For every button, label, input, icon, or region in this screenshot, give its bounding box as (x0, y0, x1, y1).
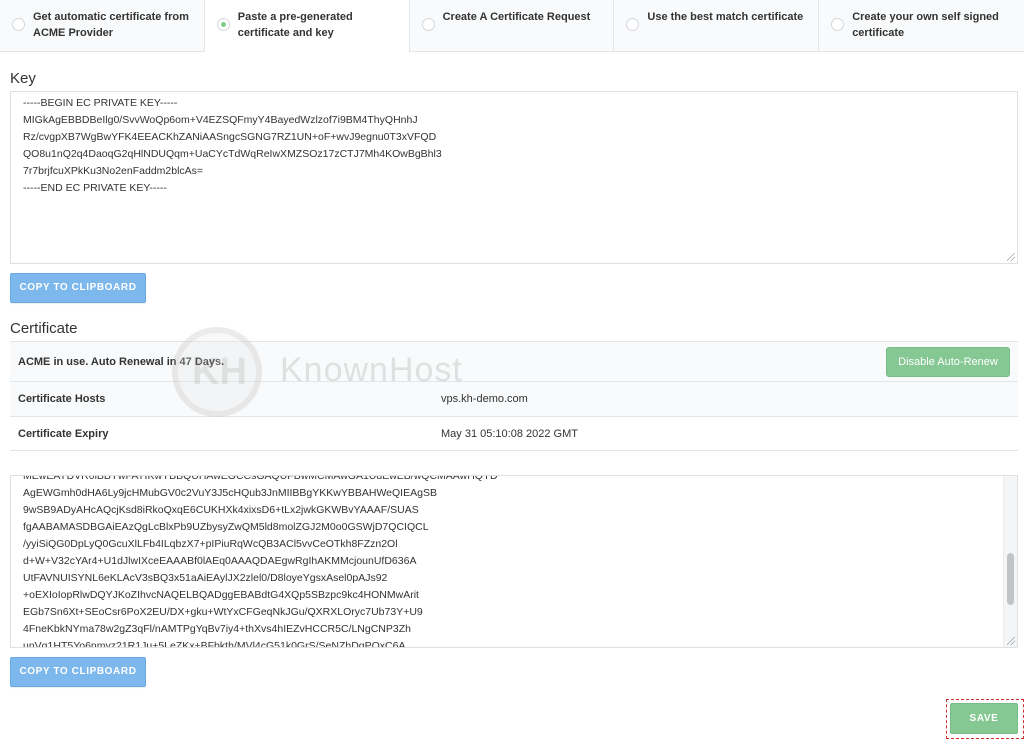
tab-self-signed[interactable]: Create your own self signed certificate (819, 0, 1024, 52)
copy-key-button[interactable]: COPY TO CLIPBOARD (10, 273, 146, 303)
certificate-hosts-label: Certificate Hosts (18, 393, 106, 405)
tab-acme-provider[interactable]: Get automatic certificate from ACME Prov… (0, 0, 205, 52)
save-button[interactable]: SAVE (950, 703, 1018, 734)
certificate-line: +oEXIoIopRlwDQYJKoZIhvcNAQELBQADggEBABdt… (23, 589, 419, 601)
resize-grip-icon[interactable] (1007, 637, 1015, 645)
key-line: QO8u1nQ2q4DaoqG2qHlNDUQqm+UaCYcTdWqReIwX… (23, 148, 442, 160)
certificate-expiry-label: Certificate Expiry (18, 427, 109, 440)
radio-paste-certificate[interactable] (216, 18, 230, 31)
certificate-line: 9wSB9ADyAHcAQcjKsd8iRkoQxqE6CUKHXk4xixsD… (23, 504, 419, 516)
radio-acme-provider[interactable] (12, 18, 25, 31)
tab-paste-certificate[interactable]: Paste a pre-generated certificate and ke… (204, 0, 410, 53)
tab-label-acme-provider: Get automatic certificate from ACME Prov… (33, 11, 189, 39)
key-textarea[interactable]: -----BEGIN EC PRIVATE KEY----- MIGkAgEBB… (10, 91, 1018, 264)
certificate-expiry-row: Certificate Expiry May 31 05:10:08 2022 … (10, 416, 1018, 451)
tab-label-best-match: Use the best match certificate (647, 11, 804, 23)
key-line: -----END EC PRIVATE KEY----- (23, 182, 167, 194)
tab-label-paste-certificate: Paste a pre-generated certificate and ke… (237, 11, 353, 39)
certificate-method-tabs: Get automatic certificate from ACME Prov… (0, 0, 1024, 53)
certificate-line: EGb7Sn6Xt+SEoCsr6PoX2EU/DX+gku+WtYxCFGeq… (23, 606, 423, 618)
certificate-scroll-thumb[interactable] (1007, 553, 1014, 605)
certificate-section-title: Certificate (10, 320, 78, 337)
certificate-hosts-value: vps.kh-demo.com (441, 393, 528, 405)
radio-self-signed[interactable] (831, 18, 845, 31)
tab-label-certificate-request: Create A Certificate Request (442, 11, 591, 23)
certificate-line: UtFAVNUISYNL6eKLAcV3sBQ3x51aAiEAylJX2zle… (23, 572, 388, 584)
certificate-textarea[interactable]: MEwEAYDVR0lBBYwFAYIKwYBBQUHAwEGCCsGAQUFB… (10, 475, 1018, 648)
key-section-title: Key (10, 70, 36, 87)
certificate-scrollbar[interactable] (1003, 476, 1017, 647)
radio-certificate-request[interactable] (421, 18, 435, 31)
certificate-line: d+W+V32cYAr4+U1dJlwIXceEAAABf0lAEq0AAAQD… (23, 555, 417, 567)
certificate-line: 4FneKbkNYma78w2gZ3qFl/nAMTPgYqBv7iy4+thX… (23, 623, 411, 635)
certificate-hosts-row: Certificate Hosts vps.kh-demo.com (10, 381, 1018, 416)
key-line: MIGkAgEBBDBeIlg0/SvvWoQp6om+V4EZSQFmyY4B… (23, 114, 418, 126)
tab-label-self-signed: Create your own self signed certificate (852, 11, 999, 39)
resize-grip-icon[interactable] (1007, 253, 1015, 261)
acme-status-row: ACME in use. Auto Renewal in 47 Days. Di… (10, 341, 1018, 381)
key-line: 7r7brjfcuXPkKu3No2enFaddm2blcAs= (23, 165, 204, 177)
certificate-line: MEwEAYDVR0lBBYwFAYIKwYBBQUHAwEGCCsGAQUFB… (23, 475, 498, 482)
copy-certificate-button[interactable]: COPY TO CLIPBOARD (10, 657, 146, 687)
certificate-details-table: ACME in use. Auto Renewal in 47 Days. Di… (10, 341, 1018, 451)
key-line: Rz/cvgpXB7WgBwYFK4EEACKhZANiAASngcSGNG7R… (23, 131, 437, 143)
acme-status-text: ACME in use. Auto Renewal in 47 Days. (18, 355, 225, 368)
certificate-line: /yyiSiQG0DpLyQ0GcuXlLFb4ILqbzX7+pIPiuRqW… (23, 538, 398, 550)
key-line: -----BEGIN EC PRIVATE KEY----- (23, 97, 178, 109)
tab-certificate-request[interactable]: Create A Certificate Request (410, 0, 615, 52)
disable-auto-renew-button[interactable]: Disable Auto-Renew (886, 347, 1010, 377)
tab-best-match[interactable]: Use the best match certificate (614, 0, 820, 52)
certificate-line: AgEWGmh0dHA6Ly9jcHMubGV0c2VuY3J5cHQub3Jn… (23, 487, 437, 499)
certificate-expiry-value: May 31 05:10:08 2022 GMT (441, 427, 578, 440)
certificate-line: fgAABAMASDBGAiEAzQgLcBlxPb9UZbysyZwQM5ld… (23, 521, 429, 533)
certificate-line: unVq1HT5Yo6nmyz21R1Ju+5LeZKx+BFbkth/MVl4… (23, 640, 406, 648)
radio-best-match[interactable] (626, 18, 640, 31)
